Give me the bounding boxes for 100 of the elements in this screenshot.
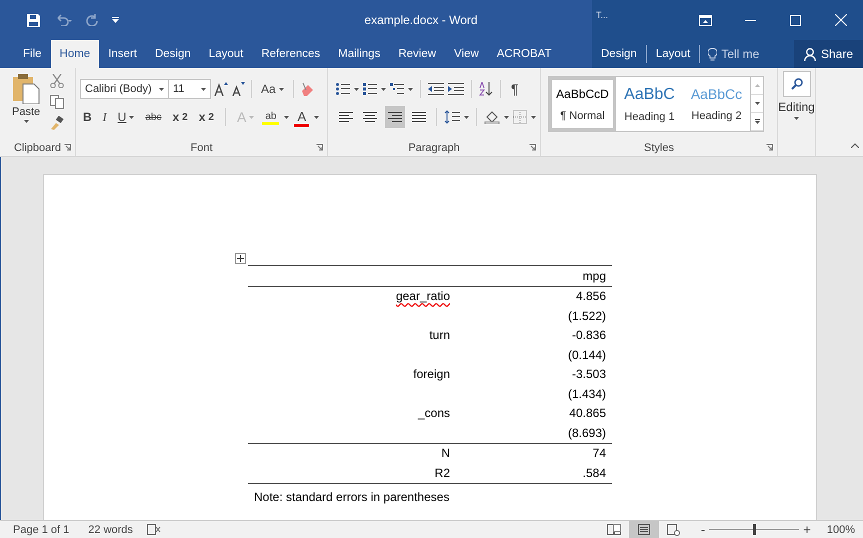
scroll-down-icon[interactable] <box>754 102 760 105</box>
ribbon-tab[interactable]: Home <box>50 40 100 68</box>
caret-icon[interactable] <box>408 88 413 90</box>
dialog-launcher-icon[interactable] <box>64 144 71 151</box>
proofing-icon[interactable] <box>146 524 161 535</box>
grow-font-icon[interactable] <box>214 82 228 96</box>
align-icon <box>388 112 402 122</box>
increase-indent-icon[interactable] <box>448 83 464 95</box>
style-item[interactable]: AaBbCc Heading 2 <box>683 77 750 131</box>
page-layout-icon <box>638 524 650 535</box>
multilevel-list-icon[interactable] <box>390 83 404 95</box>
dialog-launcher-icon[interactable] <box>316 144 323 151</box>
collapse-ribbon-icon[interactable] <box>851 143 859 148</box>
style-item[interactable]: AaBbC Heading 1 <box>616 77 683 131</box>
align-icon <box>339 112 354 122</box>
customize-icon[interactable] <box>112 17 119 23</box>
editing-button[interactable]: Editing <box>778 68 815 123</box>
caret-icon[interactable] <box>794 117 799 120</box>
shrink-font-icon[interactable] <box>231 82 245 96</box>
font-color-button[interactable]: A <box>294 107 310 127</box>
dialog-launcher-icon[interactable] <box>529 144 536 151</box>
word-count[interactable]: 22 words <box>88 524 133 536</box>
sort-icon[interactable] <box>479 82 493 96</box>
row-label: R2 <box>434 466 450 480</box>
caret-icon[interactable] <box>159 88 164 90</box>
style-item[interactable]: AaBbCcD ¶ Normal <box>549 77 616 131</box>
paste-button[interactable]: Paste <box>8 72 44 139</box>
zoom-level[interactable]: 100% <box>826 524 855 536</box>
window-title: example.docx - Word <box>364 13 478 27</box>
table-move-handle-icon[interactable] <box>235 253 246 264</box>
share-button[interactable]: Share <box>794 40 863 68</box>
font-name-field[interactable]: Calibri (Body) <box>80 79 169 99</box>
numbering-icon[interactable] <box>363 83 377 95</box>
zoom-out-button[interactable]: - <box>700 522 706 537</box>
caret-icon[interactable] <box>354 88 359 90</box>
group-label: Clipboard <box>14 142 62 154</box>
web-layout-icon <box>667 524 680 536</box>
dialog-launcher-icon[interactable] <box>766 144 773 151</box>
line-spacing-icon[interactable] <box>444 110 460 124</box>
ribbon-tab[interactable]: References <box>252 40 330 68</box>
align-button[interactable] <box>384 106 405 128</box>
ribbon-tab[interactable]: Mailings <box>329 40 390 68</box>
table-cell: -0.836 <box>572 328 606 342</box>
eraser-icon[interactable] <box>300 82 314 96</box>
ribbon-tab[interactable]: ACROBAT <box>488 40 561 68</box>
highlight-button[interactable]: ab <box>262 109 280 125</box>
lightbulb-icon[interactable] <box>708 48 718 60</box>
caret-icon[interactable] <box>504 116 509 118</box>
scissors-icon[interactable] <box>50 74 64 88</box>
ribbon-tab[interactable]: File <box>14 40 51 68</box>
italic-button[interactable]: I <box>100 108 110 126</box>
ribbon-tab[interactable]: Layout <box>646 48 700 60</box>
caret-icon[interactable] <box>314 116 320 118</box>
align-icon <box>363 112 378 122</box>
ribbon-tab[interactable]: View <box>445 40 488 68</box>
page-count[interactable]: Page 1 of 1 <box>13 524 70 536</box>
book-icon <box>606 524 621 535</box>
bullets-icon[interactable] <box>336 83 350 95</box>
caret-icon[interactable] <box>464 116 470 118</box>
zoom-in-button[interactable]: + <box>803 522 811 537</box>
ribbon-tab[interactable]: Insert <box>99 40 146 68</box>
redo-icon[interactable] <box>86 14 98 26</box>
decrease-indent-icon[interactable] <box>428 83 444 95</box>
underline-button[interactable]: U <box>114 108 138 126</box>
zoom-slider-thumb[interactable] <box>753 524 756 535</box>
ribbon-display-icon[interactable] <box>699 14 712 26</box>
group-label: Font <box>190 142 212 154</box>
ribbon-tab[interactable]: Design <box>592 48 646 60</box>
strikethrough-button[interactable]: abc <box>142 110 164 124</box>
table-cell: 74 <box>592 446 606 460</box>
ribbon-tab[interactable]: Review <box>389 40 446 68</box>
maximize-icon[interactable] <box>790 14 801 26</box>
search-icon <box>790 78 802 90</box>
table-cell: (1.434) <box>568 386 606 401</box>
table-resize-handle-icon[interactable] <box>613 524 621 532</box>
ribbon-tab[interactable]: Layout <box>200 40 252 68</box>
caret-icon[interactable] <box>201 88 206 90</box>
tell-me-field[interactable]: Tell me <box>721 47 760 61</box>
ribbon-tab[interactable]: Design <box>146 40 200 68</box>
save-icon[interactable] <box>27 14 40 26</box>
close-icon[interactable] <box>834 14 846 26</box>
table-cell: (1.522) <box>568 308 606 323</box>
caret-icon[interactable] <box>278 88 284 90</box>
show-formatting-button[interactable]: ¶ <box>508 79 522 99</box>
person-icon <box>804 48 817 60</box>
copy-icon[interactable] <box>50 95 64 109</box>
caret-icon[interactable] <box>24 120 29 123</box>
view-button[interactable] <box>628 520 659 538</box>
caret-icon[interactable] <box>381 88 386 90</box>
bold-button[interactable]: B <box>80 108 95 126</box>
paintbrush-icon[interactable] <box>50 116 64 130</box>
more-styles-icon[interactable] <box>754 119 760 124</box>
font-size-field[interactable]: 11 <box>168 79 211 99</box>
caret-icon[interactable] <box>129 116 134 118</box>
change-case-button[interactable]: Aa <box>258 80 287 98</box>
table-cell: .584 <box>582 466 606 480</box>
caret-icon[interactable] <box>530 116 536 118</box>
paint-bucket-icon[interactable] <box>484 110 500 124</box>
caret-icon[interactable] <box>284 116 290 118</box>
context-header: T... <box>595 9 610 22</box>
